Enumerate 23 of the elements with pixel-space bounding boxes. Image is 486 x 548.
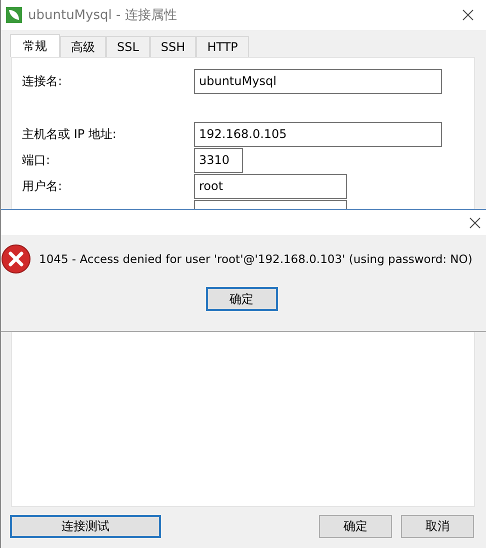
close-icon[interactable] bbox=[462, 9, 474, 21]
input-field[interactable]: 3310 bbox=[194, 148, 243, 172]
input-field[interactable]: ubuntuMysql bbox=[194, 68, 442, 94]
dialog-button[interactable]: 确定 bbox=[319, 515, 392, 538]
input-field[interactable]: 192.168.0.105 bbox=[194, 122, 442, 146]
tab[interactable]: 高级 bbox=[60, 36, 106, 57]
error-icon bbox=[1, 244, 31, 274]
error-message: 1045 - Access denied for user 'root'@'192.168.0.103' (using password: NO) bbox=[39, 252, 472, 266]
close-icon[interactable] bbox=[469, 216, 481, 228]
tab[interactable]: HTTP bbox=[196, 36, 249, 57]
tab[interactable]: 常规 bbox=[10, 34, 60, 57]
ok-button[interactable]: 确定 bbox=[206, 287, 278, 311]
field-label: 用户名: bbox=[22, 178, 62, 192]
field-label: 主机名或 IP 地址: bbox=[22, 126, 116, 140]
input-field[interactable]: root bbox=[194, 174, 347, 198]
dialog-button[interactable]: 取消 bbox=[401, 515, 474, 538]
window-title: ubuntuMysql - 连接属性 bbox=[28, 7, 178, 24]
leaf-icon bbox=[6, 7, 22, 23]
dialog-button[interactable]: 连接测试 bbox=[10, 515, 161, 538]
tab[interactable]: SSL bbox=[106, 36, 150, 57]
tab[interactable]: SSH bbox=[150, 36, 196, 57]
field-label: 连接名: bbox=[22, 74, 62, 88]
field-label: 端口: bbox=[22, 152, 50, 166]
